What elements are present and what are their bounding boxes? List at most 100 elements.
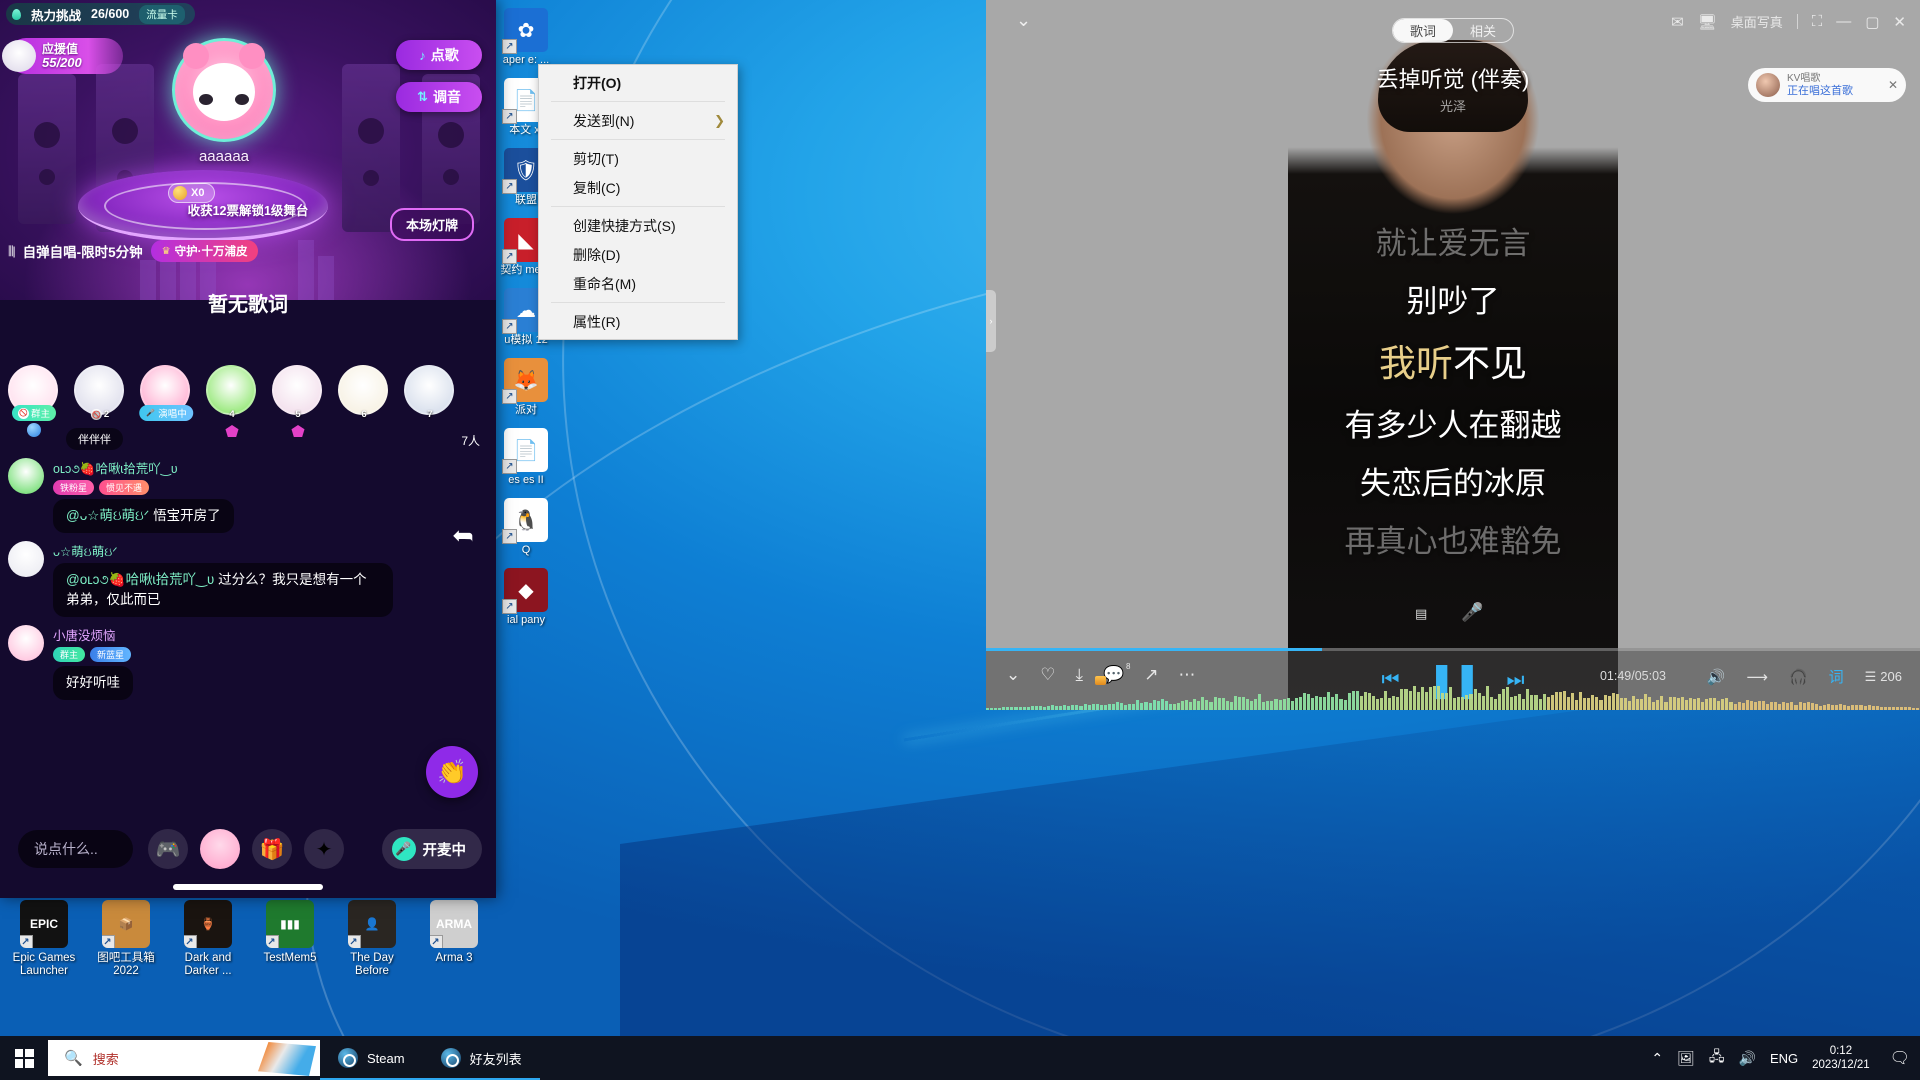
hot-challenge-bar[interactable]: 热力挑战 26/600 流量卡 — [6, 3, 195, 25]
chat-mention[interactable]: @ᴏʟ﻿ɔ૭🍓哈啾ɩ拾荒吖‿ʋ — [66, 572, 218, 587]
waveform-bar — [1010, 707, 1013, 710]
request-song-button[interactable]: ♪ 点歌 — [396, 40, 482, 70]
desktop-icon[interactable]: ARMA ↗ Arma 3 — [416, 900, 492, 978]
taskbar-search[interactable]: 🔍 搜索 — [48, 1040, 320, 1076]
search-illustration-icon — [258, 1042, 316, 1076]
desktop-icon[interactable]: 🏺 ↗ Dark and Darker ... — [170, 900, 246, 978]
context-menu-item[interactable]: 发送到(N) ❯ — [539, 106, 737, 135]
tray-language[interactable]: ENG — [1770, 1051, 1798, 1066]
kg-singer-notice[interactable]: KV唱歌 正在唱这首歌 ✕ — [1748, 68, 1906, 102]
waveform-bar — [1628, 701, 1631, 710]
tray-graphics-icon[interactable]: 🖼 — [1677, 1050, 1695, 1067]
context-menu-item[interactable]: 属性(R) — [539, 307, 737, 336]
notice-close-icon[interactable]: ✕ — [1888, 78, 1898, 92]
sticker-button[interactable] — [200, 829, 240, 869]
waveform-bar — [1234, 696, 1237, 710]
desktop-icon[interactable]: 🐧 ↗ Q — [492, 498, 560, 556]
chat-message[interactable]: ᴏʟ﻿ɔ૭🍓哈啾ɩ拾荒吖‿ʋ 铁粉星 惯见不遇 @ᴗ☆萌ઇ萌ઇ﻿ᐟ 悟宝开房了 — [8, 458, 428, 533]
context-menu-item[interactable]: 重命名(M) — [539, 269, 737, 298]
context-menu-item[interactable]: 打开(O) — [539, 68, 737, 97]
chat-message-list[interactable]: ᴏʟ﻿ɔ૭🍓哈啾ɩ拾荒吖‿ʋ 铁粉星 惯见不遇 @ᴗ☆萌ઇ萌ઇ﻿ᐟ 悟宝开房了 ᴗ☆萌ઇ… — [8, 458, 428, 708]
effects-button[interactable]: ✦ — [304, 829, 344, 869]
guard-badge[interactable]: ♛ 守护·十万浦皮 — [151, 240, 259, 262]
fullscreen-icon[interactable]: ⛶ — [1812, 13, 1823, 30]
chat-message[interactable]: ᴗ☆萌ઇ萌ઇ﻿ᐟ @ᴏʟ﻿ɔ૭🍓哈啾ɩ拾荒吖‿ʋ 过分么？我只是想有一个弟弟，仅此… — [8, 541, 428, 617]
taskbar-app[interactable]: Steam — [320, 1036, 423, 1080]
tray-expand-icon[interactable]: ⌃ — [1651, 1050, 1663, 1067]
waveform-bar — [1344, 700, 1347, 710]
kg-tab[interactable]: 相关 — [1453, 19, 1513, 42]
desktop-icon[interactable]: ◆ ↗ ial pany — [492, 568, 560, 626]
kg-sing-icon[interactable]: 🎤 — [1461, 602, 1483, 623]
waveform-bar — [1778, 704, 1781, 710]
taskbar-app[interactable]: 好友列表 — [423, 1036, 540, 1080]
minimize-icon[interactable]: — — [1836, 13, 1851, 30]
desktop-icon[interactable]: ▮▮▮ ↗ TestMem5 — [252, 900, 328, 978]
seat-avatar[interactable]: 🎤 演唱中 — [140, 365, 192, 415]
desktop-icon[interactable]: 👤 ↗ The Day Before — [334, 900, 410, 978]
desktop-icon[interactable]: 🦊 ↗ 派对 — [492, 358, 560, 416]
chat-avatar[interactable] — [8, 541, 44, 577]
kg-progress-bar[interactable] — [986, 648, 1920, 651]
waveform-bar — [1396, 697, 1399, 710]
context-menu-item[interactable]: 删除(D) — [539, 240, 737, 269]
kg-side-drawer-handle[interactable]: › — [986, 290, 996, 352]
close-icon[interactable]: ✕ — [1893, 13, 1906, 31]
desktop-icon[interactable]: EPIC ↗ Epic Games Launcher — [6, 900, 82, 978]
cheer-value-box[interactable]: 应援值 55/200 — [8, 38, 123, 74]
chat-username[interactable]: ᴗ☆萌ઇ萌ઇ﻿ᐟ — [53, 541, 428, 560]
seat-avatar[interactable]: 5 — [272, 365, 324, 415]
desktop-photo-label[interactable]: 桌面写真 — [1731, 12, 1783, 31]
chat-bubble: @ᴏʟ﻿ɔ૭🍓哈啾ɩ拾荒吖‿ʋ 过分么？我只是想有一个弟弟，仅此而已 — [53, 563, 393, 617]
maximize-icon[interactable]: ▢ — [1865, 13, 1879, 31]
chat-message[interactable]: 小唐没烦恼 群主 新蓝星 好好听哇 — [8, 625, 428, 700]
desktop-icon[interactable]: 📄 ↗ es es II — [492, 428, 560, 486]
seat-avatar[interactable]: 7 — [404, 365, 456, 415]
chat-username[interactable]: ᴏʟ﻿ɔ૭🍓哈啾ɩ拾荒吖‿ʋ — [53, 458, 428, 477]
game-button[interactable]: 🎮 — [148, 829, 188, 869]
kg-player-window[interactable]: ⌄ 歌词 相关 ✉ 🖥 桌面写真 ⛶ — ▢ ✕ 丢掉听觉 (伴奏) 光泽 KV唱… — [986, 0, 1920, 710]
taskbar[interactable]: 🔍 搜索 Steam 好友列表 ⌃ 🖼 🖧 🔊 ENG 0:12 2023/12/… — [0, 1036, 1920, 1080]
tray-network-icon[interactable]: 🖧 — [1709, 1046, 1725, 1070]
taskbar-clock[interactable]: 0:12 2023/12/21 — [1812, 1044, 1870, 1072]
context-menu-item[interactable]: 复制(C) — [539, 173, 737, 202]
tune-button[interactable]: ⇅ 调音 — [396, 82, 482, 112]
stage-singer-avatar[interactable] — [172, 38, 276, 142]
mail-icon[interactable]: ✉ — [1671, 13, 1684, 31]
chat-username[interactable]: 小唐没烦恼 — [53, 625, 428, 644]
waveform-bar — [1425, 692, 1428, 710]
desktop-icon[interactable]: ✿ ↗ aper e: ... — [492, 8, 560, 66]
traffic-card-badge[interactable]: 流量卡 — [139, 5, 185, 24]
monitor-icon[interactable]: 🖥 — [1698, 13, 1717, 31]
seat-gem-icon — [292, 425, 305, 437]
kg-tab-group[interactable]: 歌词 相关 — [1392, 18, 1514, 43]
notification-center-icon[interactable]: 🗨 — [1890, 1048, 1910, 1068]
mic-button[interactable]: 🎤 开麦中 — [382, 829, 483, 869]
chat-avatar[interactable] — [8, 625, 44, 661]
start-button[interactable] — [0, 1036, 48, 1080]
desktop-icon[interactable]: 📦 ↗ 图吧工具箱 2022 — [88, 900, 164, 978]
chat-badge: 新蓝星 — [90, 647, 131, 662]
context-menu[interactable]: 打开(O) 发送到(N) ❯ 剪切(T) 复制(C) 创建快捷方式(S) 删除(D) 重命名(… — [538, 64, 738, 340]
seat-avatar[interactable]: 6 — [338, 365, 390, 415]
waveform-bar — [1181, 701, 1184, 710]
gift-button[interactable]: 🎁 — [252, 829, 292, 869]
waveform-bar — [1486, 686, 1489, 710]
share-icon[interactable]: ➦ — [452, 520, 474, 551]
collapse-chevron-icon[interactable]: ⌄ — [1016, 10, 1031, 31]
light-card-button[interactable]: 本场灯牌 — [390, 208, 474, 241]
tray-volume-icon[interactable]: 🔊 — [1739, 1050, 1756, 1067]
kg-tab[interactable]: 歌词 — [1393, 19, 1453, 42]
chat-mention[interactable]: @ᴗ☆萌ઇ萌ઇ﻿ᐟ — [66, 508, 153, 523]
context-menu-item[interactable]: 剪切(T) — [539, 144, 737, 173]
seat-avatar[interactable]: 🚫 群主 — [8, 365, 60, 415]
live-room-window[interactable]: 热力挑战 26/600 流量卡 应援值 55/200 aaaaaa X0 收获1… — [0, 0, 496, 898]
kg-lyrics-panel[interactable]: 就让爱无言 别吵了 我听不见 有多少人在翻越 失恋后的冰原 再真心也难豁免 — [986, 215, 1920, 571]
seat-avatar[interactable]: 🚫 2 — [74, 365, 126, 415]
clap-button[interactable]: 👏 — [426, 746, 478, 798]
seat-avatar[interactable]: 4 — [206, 365, 258, 415]
chat-avatar[interactable] — [8, 458, 44, 494]
chat-input[interactable]: 说点什么.. — [18, 830, 133, 868]
context-menu-item[interactable]: 创建快捷方式(S) — [539, 211, 737, 240]
kg-lyric-card-icon[interactable]: ▤ — [1415, 606, 1427, 622]
